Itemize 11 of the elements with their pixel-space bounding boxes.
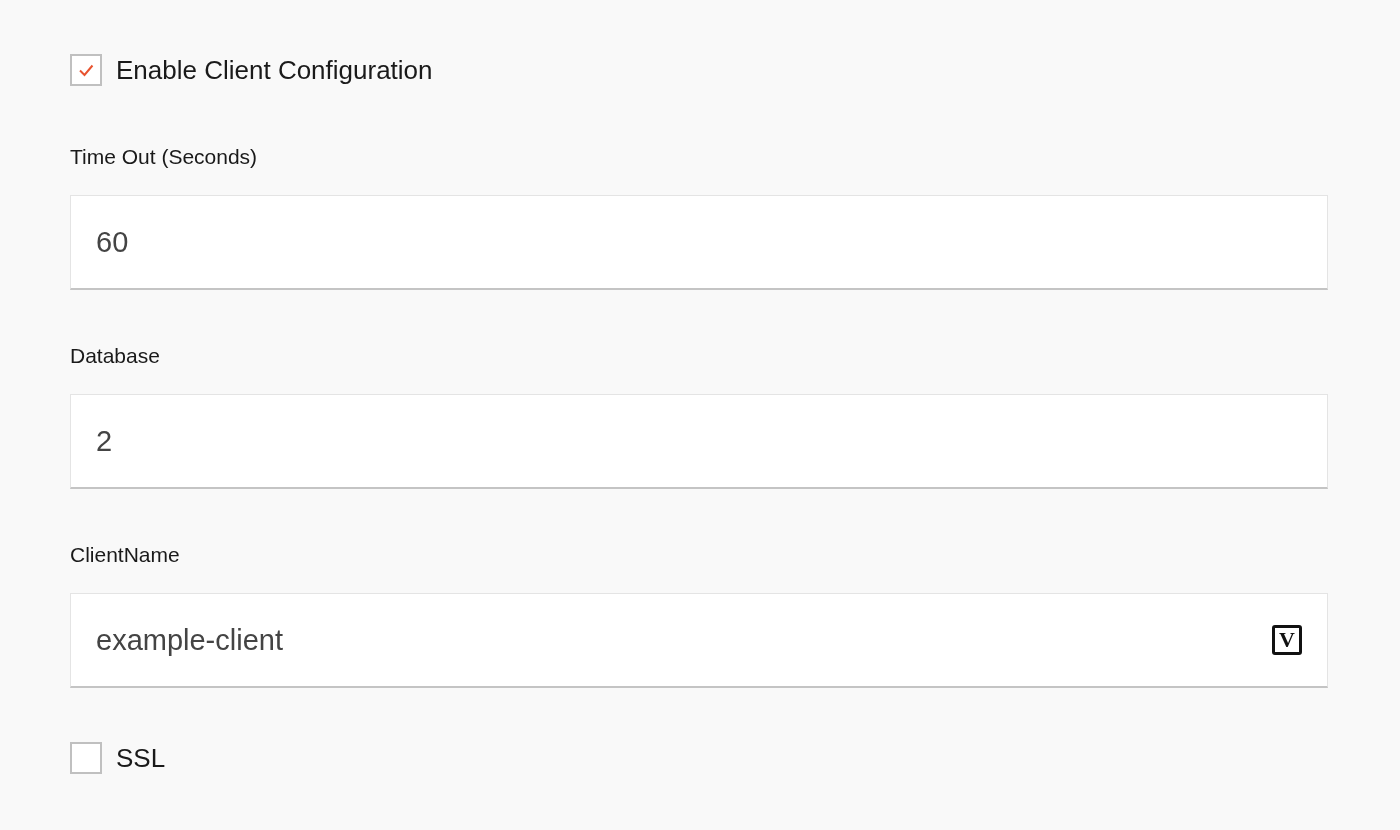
field-label: ClientName	[70, 543, 181, 568]
input-field[interactable]: example-client V	[70, 593, 1328, 688]
checkbox[interactable]	[70, 54, 102, 86]
input-field[interactable]: 60	[70, 195, 1328, 290]
field-label: Database	[70, 344, 161, 369]
checkbox-label: Enable Client Configuration	[116, 54, 433, 86]
variable-badge[interactable]: V	[1272, 625, 1302, 655]
field-label: Time Out (Seconds)	[70, 145, 259, 170]
checkbox-label: SSL	[116, 742, 166, 774]
checkbox[interactable]	[70, 742, 102, 774]
input-field[interactable]: 2	[70, 394, 1328, 489]
